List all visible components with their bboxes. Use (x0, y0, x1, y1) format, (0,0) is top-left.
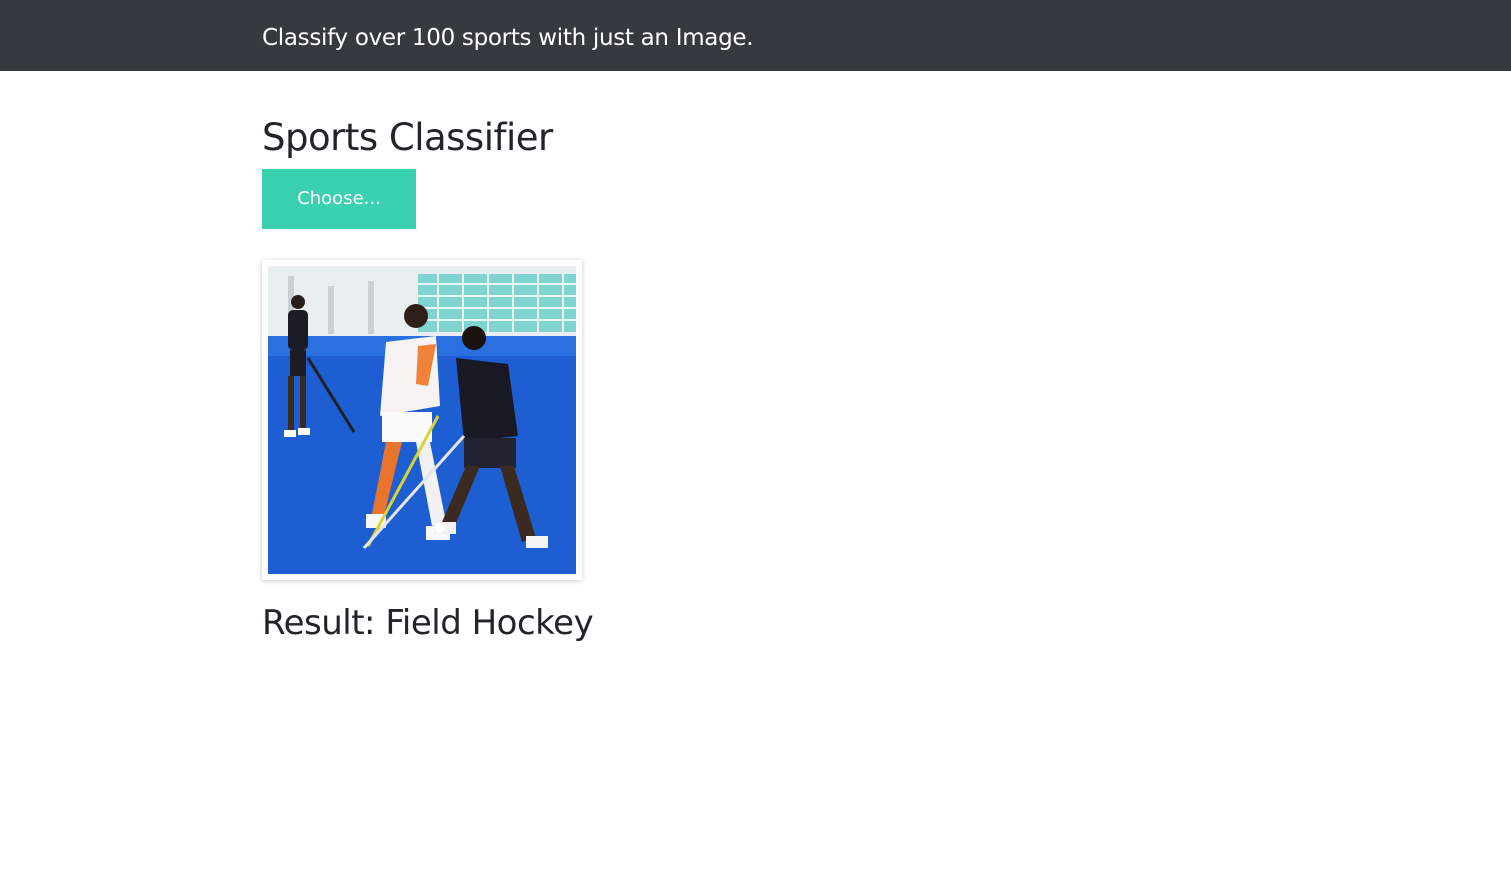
main-container: Sports Classifier Choose... Result: Fiel… (262, 71, 1162, 895)
image-preview-frame (262, 260, 582, 580)
result-value: Field Hockey (385, 603, 594, 643)
result-text: Result: Field Hockey (262, 601, 594, 645)
top-navbar: Classify over 100 sports with just an Im… (0, 0, 1511, 71)
uploaded-image-preview (268, 266, 576, 574)
choose-file-button[interactable]: Choose... (262, 169, 416, 229)
navbar-tagline: Classify over 100 sports with just an Im… (262, 25, 754, 51)
result-label: Result: (262, 603, 376, 643)
page-title: Sports Classifier (262, 116, 553, 159)
field-hockey-photo (268, 266, 576, 574)
